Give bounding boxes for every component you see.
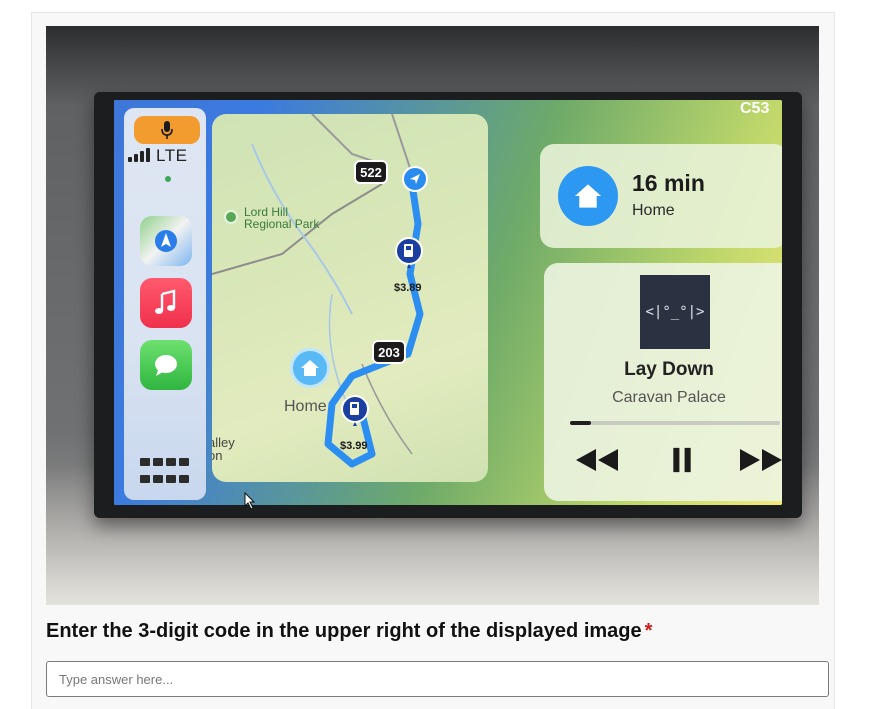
route-shield-203: 203 bbox=[372, 340, 406, 364]
message-bubble-icon bbox=[155, 355, 177, 376]
corner-code-label: C53 bbox=[740, 100, 770, 117]
app-grid-button[interactable] bbox=[140, 458, 196, 488]
answer-input[interactable] bbox=[46, 661, 829, 697]
eta-time: 16 min bbox=[632, 170, 705, 196]
gas-station-icon[interactable] bbox=[394, 236, 424, 270]
required-marker: * bbox=[644, 620, 653, 642]
gas-price-label: $3.99 bbox=[340, 440, 368, 452]
music-note-icon bbox=[155, 289, 176, 314]
navigation-arrow-icon bbox=[402, 166, 428, 192]
eta-home-badge bbox=[558, 166, 618, 226]
playback-progress-bar[interactable] bbox=[570, 421, 780, 425]
fast-forward-button[interactable] bbox=[734, 443, 782, 477]
partial-place-label: alley on bbox=[212, 435, 235, 463]
maps-icon bbox=[155, 230, 177, 252]
carplay-dock: LTE bbox=[124, 108, 206, 500]
home-map-label: Home bbox=[284, 398, 327, 415]
mouse-cursor-icon bbox=[244, 492, 256, 510]
microphone-icon bbox=[161, 121, 173, 139]
now-playing-card[interactable]: <|°_°|> Lay Down Caravan Palace bbox=[544, 263, 782, 501]
pause-button[interactable] bbox=[662, 443, 702, 477]
music-app-icon[interactable] bbox=[140, 278, 192, 328]
rewind-button[interactable] bbox=[572, 443, 624, 477]
home-icon bbox=[574, 184, 602, 208]
song-title: Lay Down bbox=[624, 359, 714, 380]
fast-forward-icon bbox=[740, 449, 782, 471]
playback-progress-fill bbox=[570, 421, 591, 425]
pause-icon bbox=[673, 447, 691, 473]
song-artist: Caravan Palace bbox=[612, 389, 726, 406]
route-shield-522: 522 bbox=[354, 160, 388, 184]
eta-card[interactable]: 16 min Home bbox=[540, 144, 782, 248]
gas-station-icon[interactable] bbox=[340, 394, 370, 428]
gas-price-label: $3.89 bbox=[394, 282, 422, 294]
home-icon bbox=[301, 360, 319, 376]
album-art: <|°_°|> bbox=[640, 275, 710, 349]
park-icon bbox=[224, 210, 238, 224]
park-label: Lord Hill Regional Park bbox=[244, 205, 320, 231]
question-text: Enter the 3-digit code in the upper righ… bbox=[46, 620, 642, 642]
carplay-screen: LTE Lord Hill Regional Park 522 203 $3.8… bbox=[114, 100, 782, 505]
dashboard-photo: LTE Lord Hill Regional Park 522 203 $3.8… bbox=[46, 26, 819, 605]
microphone-button[interactable] bbox=[134, 116, 200, 144]
maps-app-icon[interactable] bbox=[140, 216, 192, 266]
messages-app-icon[interactable] bbox=[140, 340, 192, 390]
network-label: LTE bbox=[156, 146, 188, 165]
map-view[interactable]: Lord Hill Regional Park 522 203 $3.89 $3… bbox=[212, 114, 488, 482]
eta-destination: Home bbox=[632, 202, 675, 219]
home-location-pin[interactable] bbox=[290, 348, 330, 388]
rewind-icon bbox=[576, 449, 618, 471]
signal-bars-icon bbox=[128, 148, 150, 162]
active-indicator-dot bbox=[165, 176, 171, 182]
question-label: Enter the 3-digit code in the upper righ… bbox=[46, 620, 652, 643]
